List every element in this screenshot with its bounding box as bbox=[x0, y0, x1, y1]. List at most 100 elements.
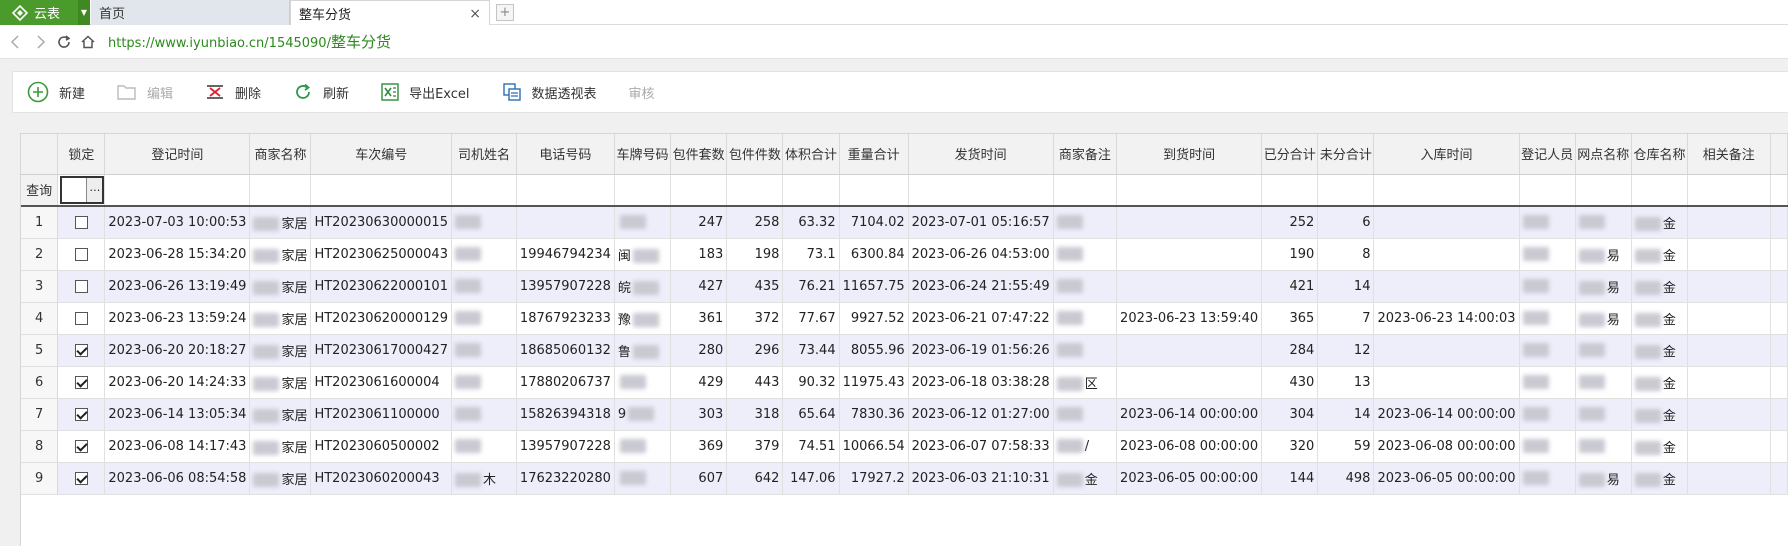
cell-volume[interactable]: 65.64 bbox=[782, 398, 840, 431]
close-icon[interactable]: × bbox=[469, 6, 481, 22]
cell-related-remark[interactable] bbox=[1687, 270, 1771, 303]
col-volume[interactable]: 体积合计 bbox=[782, 134, 840, 175]
cell-lock[interactable] bbox=[57, 366, 106, 399]
cell-merchant[interactable]: 家居 bbox=[249, 206, 312, 239]
col-pieces[interactable]: 包件件数 bbox=[726, 134, 784, 175]
filter-cell[interactable] bbox=[670, 174, 728, 207]
cell-plate[interactable] bbox=[614, 206, 672, 239]
cell-driver[interactable] bbox=[451, 430, 517, 463]
cell-warehouse[interactable]: 金 bbox=[1631, 206, 1689, 239]
cell-warehouse[interactable]: 金 bbox=[1631, 430, 1689, 463]
cell-related-remark[interactable] bbox=[1687, 302, 1771, 335]
cell-sets[interactable]: 183 bbox=[670, 238, 728, 271]
cell-assigned[interactable]: 190 bbox=[1261, 238, 1319, 271]
cell-weight[interactable]: 7104.02 bbox=[839, 206, 909, 239]
cell-staff[interactable] bbox=[1519, 238, 1576, 271]
cell-trip[interactable]: HT20230622000101 bbox=[310, 270, 452, 303]
cell-in-time[interactable]: 2023-06-08 00:00:00 bbox=[1373, 430, 1520, 463]
cell-trip[interactable]: HT20230617000427 bbox=[310, 334, 452, 367]
cell-warehouse[interactable]: 金 bbox=[1631, 302, 1689, 335]
filter-cell[interactable] bbox=[908, 174, 1054, 207]
cell-remark[interactable] bbox=[1053, 334, 1118, 367]
cell-assigned[interactable]: 252 bbox=[1261, 206, 1319, 239]
col-in-time[interactable]: 入库时间 bbox=[1373, 134, 1520, 175]
cell-staff[interactable] bbox=[1519, 462, 1576, 495]
cell-unassigned[interactable]: 498 bbox=[1317, 462, 1375, 495]
cell-outlet[interactable]: 易 bbox=[1575, 462, 1632, 495]
cell-plate[interactable]: 豫 bbox=[614, 302, 672, 335]
cell-in-time[interactable]: 2023-06-23 14:00:03 bbox=[1373, 302, 1520, 335]
cell-reg-time[interactable]: 2023-06-28 15:34:20 bbox=[104, 238, 251, 271]
add-tab-icon[interactable]: + bbox=[496, 4, 514, 21]
cell-unassigned[interactable]: 14 bbox=[1317, 270, 1375, 303]
cell-remark[interactable] bbox=[1053, 398, 1118, 431]
cell-volume[interactable]: 76.21 bbox=[782, 270, 840, 303]
cell-ship-time[interactable]: 2023-06-03 21:10:31 bbox=[908, 462, 1054, 495]
col-reg-time[interactable]: 登记时间 bbox=[104, 134, 251, 175]
cell-lock[interactable] bbox=[57, 206, 106, 239]
cell-pieces[interactable]: 372 bbox=[726, 302, 784, 335]
cell-pieces[interactable]: 296 bbox=[726, 334, 784, 367]
pivot-table-button[interactable]: 数据透视表 bbox=[502, 77, 597, 107]
cell-sets[interactable]: 607 bbox=[670, 462, 728, 495]
cell-assigned[interactable]: 320 bbox=[1261, 430, 1319, 463]
cell-arrive-time[interactable] bbox=[1116, 334, 1263, 367]
cell-staff[interactable] bbox=[1519, 398, 1576, 431]
cell-unassigned[interactable]: 7 bbox=[1317, 302, 1375, 335]
cell-ship-time[interactable]: 2023-06-18 03:38:28 bbox=[908, 366, 1054, 399]
cell-in-time[interactable] bbox=[1373, 238, 1520, 271]
cell-weight[interactable]: 9927.52 bbox=[839, 302, 909, 335]
cell-lock[interactable] bbox=[57, 430, 106, 463]
cell-reg-time[interactable]: 2023-06-26 13:19:49 bbox=[104, 270, 251, 303]
cell-outlet[interactable] bbox=[1575, 334, 1632, 367]
cell-reg-time[interactable]: 2023-06-20 20:18:27 bbox=[104, 334, 251, 367]
col-phone[interactable]: 电话号码 bbox=[516, 134, 615, 175]
cell-ship-time[interactable]: 2023-06-26 04:53:00 bbox=[908, 238, 1054, 271]
cell-trip[interactable]: HT2023060500002 bbox=[310, 430, 452, 463]
refresh-button[interactable]: 刷新 bbox=[293, 77, 349, 107]
cell-warehouse[interactable]: 金 bbox=[1631, 366, 1689, 399]
cell-trip[interactable]: HT20230620000129 bbox=[310, 302, 452, 335]
cell-trip[interactable]: HT20230630000015 bbox=[310, 206, 452, 239]
filter-cell[interactable] bbox=[614, 174, 672, 207]
lock-checkbox[interactable] bbox=[74, 439, 88, 453]
col-assigned[interactable]: 已分合计 bbox=[1261, 134, 1319, 175]
cell-pieces[interactable]: 435 bbox=[726, 270, 784, 303]
cell-weight[interactable]: 8055.96 bbox=[839, 334, 909, 367]
refresh-icon[interactable] bbox=[52, 30, 76, 54]
col-driver[interactable]: 司机姓名 bbox=[451, 134, 517, 175]
cell-outlet[interactable] bbox=[1575, 206, 1632, 239]
edit-button[interactable]: 编辑 bbox=[117, 77, 173, 107]
cell-assigned[interactable]: 304 bbox=[1261, 398, 1319, 431]
col-lock[interactable]: 锁定 bbox=[57, 134, 106, 175]
cell-merchant[interactable]: 家居 bbox=[249, 270, 312, 303]
col-ship-time[interactable]: 发货时间 bbox=[908, 134, 1054, 175]
cell-in-time[interactable] bbox=[1373, 334, 1520, 367]
table-row[interactable]: 1 2023-07-03 10:00:53 家居 HT20230630000015 24… bbox=[21, 206, 1788, 239]
cell-weight[interactable]: 6300.84 bbox=[839, 238, 909, 271]
cell-weight[interactable]: 11975.43 bbox=[839, 366, 909, 399]
cell-plate[interactable] bbox=[614, 366, 672, 399]
cell-ship-time[interactable]: 2023-06-21 07:47:22 bbox=[908, 302, 1054, 335]
cell-sets[interactable]: 429 bbox=[670, 366, 728, 399]
table-row[interactable]: 6 2023-06-20 14:24:33 家居 HT2023061600004 178… bbox=[21, 366, 1788, 399]
cell-remark[interactable]: 金 bbox=[1053, 462, 1118, 495]
cell-outlet[interactable]: 易 bbox=[1575, 302, 1632, 335]
filter-cell[interactable] bbox=[1261, 174, 1319, 207]
filter-cell[interactable] bbox=[310, 174, 452, 207]
cell-ship-time[interactable]: 2023-06-24 21:55:49 bbox=[908, 270, 1054, 303]
cell-lock[interactable] bbox=[57, 462, 106, 495]
cell-staff[interactable] bbox=[1519, 366, 1576, 399]
home-icon[interactable] bbox=[76, 30, 100, 54]
filter-lock-cell[interactable]: … bbox=[57, 174, 106, 207]
cell-warehouse[interactable]: 金 bbox=[1631, 238, 1689, 271]
col-warehouse[interactable]: 仓库名称 bbox=[1631, 134, 1689, 175]
col-remark[interactable]: 商家备注 bbox=[1053, 134, 1118, 175]
cell-merchant[interactable]: 家居 bbox=[249, 398, 312, 431]
lock-checkbox[interactable] bbox=[74, 247, 88, 261]
filter-cell[interactable] bbox=[1317, 174, 1375, 207]
cell-phone[interactable]: 18767923233 bbox=[516, 302, 615, 335]
cell-driver[interactable] bbox=[451, 398, 517, 431]
lock-checkbox[interactable] bbox=[74, 375, 88, 389]
cell-driver[interactable]: 木 bbox=[451, 462, 517, 495]
